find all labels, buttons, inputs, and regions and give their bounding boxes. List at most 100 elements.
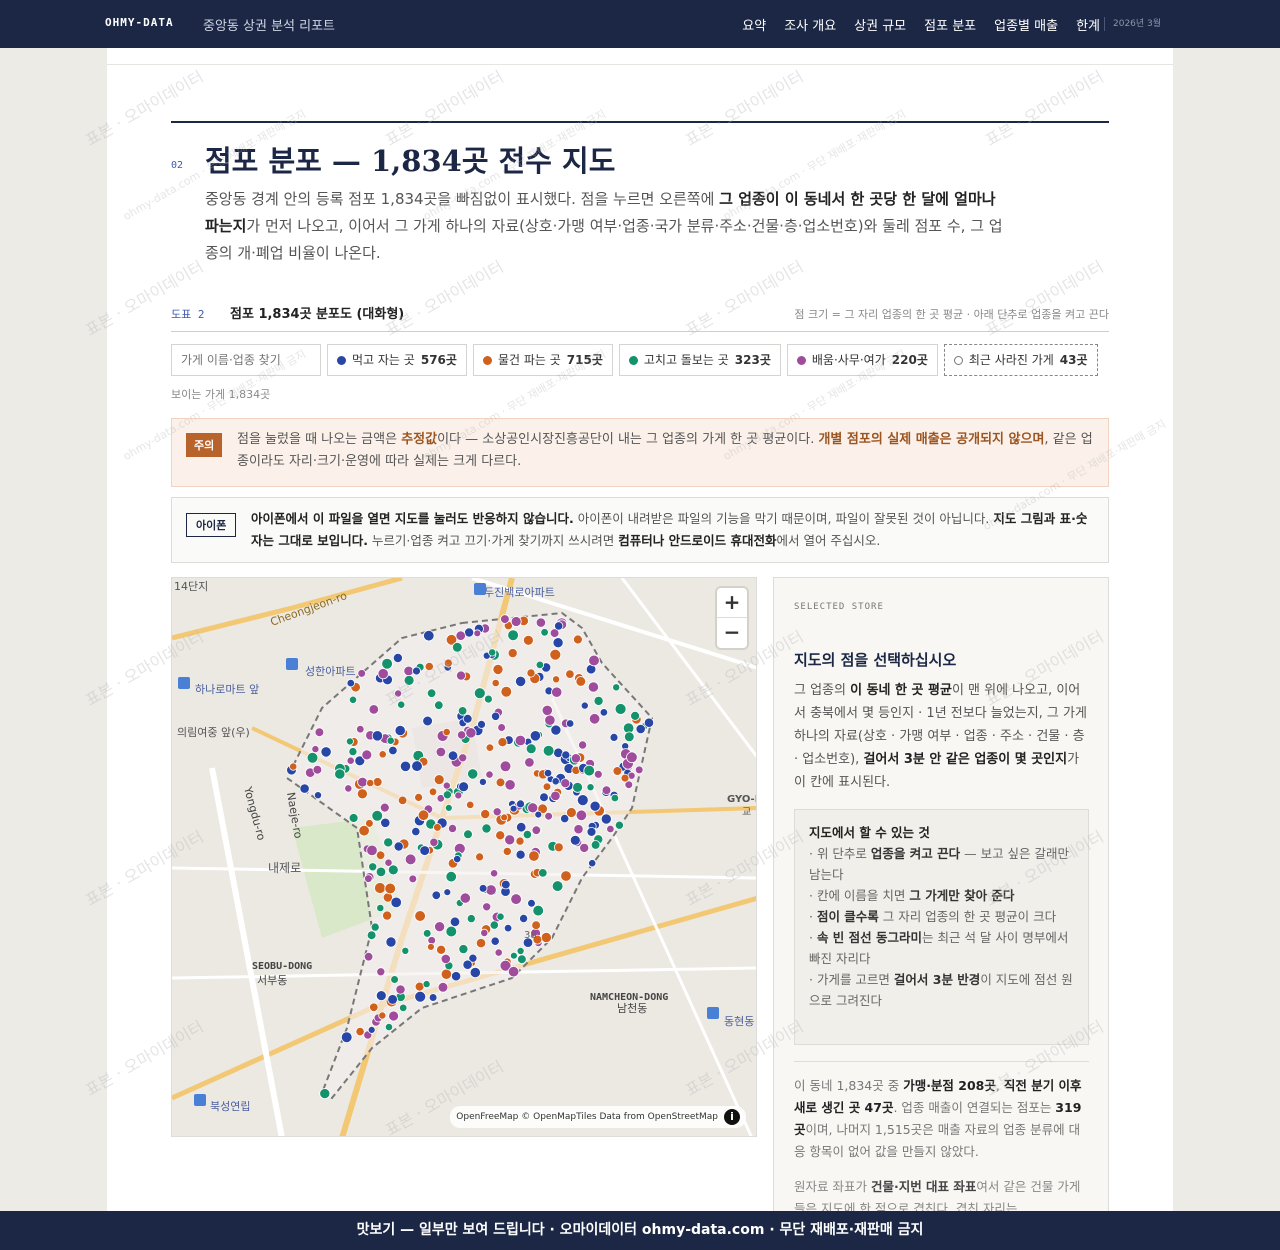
- store-dot[interactable]: [458, 944, 469, 955]
- store-dot[interactable]: [588, 713, 601, 725]
- store-dot[interactable]: [610, 793, 620, 803]
- store-dot[interactable]: [311, 745, 320, 754]
- store-dot[interactable]: [458, 753, 468, 763]
- store-dot[interactable]: [573, 824, 584, 835]
- store-dot[interactable]: [606, 824, 615, 834]
- store-dot[interactable]: [414, 910, 426, 922]
- store-dot[interactable]: [449, 916, 461, 928]
- store-dot[interactable]: [403, 675, 415, 686]
- store-dot[interactable]: [538, 868, 548, 878]
- store-dot[interactable]: [630, 710, 641, 721]
- store-dot[interactable]: [485, 770, 494, 779]
- store-dot[interactable]: [404, 853, 417, 866]
- store-dot[interactable]: [589, 800, 601, 812]
- store-dot[interactable]: [370, 922, 380, 932]
- store-dot[interactable]: [478, 884, 488, 893]
- zoom-out-button[interactable]: −: [717, 618, 747, 648]
- store-dot[interactable]: [483, 694, 493, 704]
- store-dot[interactable]: [386, 736, 395, 745]
- store-dot[interactable]: [494, 948, 503, 957]
- store-dot[interactable]: [412, 666, 421, 676]
- store-dot[interactable]: [361, 749, 373, 761]
- nav-link-distribution[interactable]: 점포 분포: [924, 15, 976, 34]
- store-dot[interactable]: [614, 703, 627, 715]
- store-dot[interactable]: [509, 804, 518, 813]
- store-dot[interactable]: [356, 724, 365, 734]
- store-dot[interactable]: [390, 896, 402, 909]
- store-dot[interactable]: [542, 782, 552, 792]
- store-dot[interactable]: [485, 884, 497, 896]
- filter-education-office-leisure[interactable]: 배움·사무·여가 220곳: [786, 344, 938, 376]
- store-dot[interactable]: [535, 660, 545, 670]
- store-dot[interactable]: [544, 811, 553, 821]
- store-dot[interactable]: [314, 727, 325, 738]
- store-dot[interactable]: [502, 846, 512, 856]
- store-dot[interactable]: [431, 890, 442, 901]
- store-dot[interactable]: [392, 653, 403, 664]
- store-dot[interactable]: [465, 727, 477, 739]
- store-dot[interactable]: [601, 785, 612, 796]
- store-dot[interactable]: [428, 787, 438, 796]
- store-dot[interactable]: [388, 745, 398, 756]
- store-dot[interactable]: [428, 993, 438, 1002]
- store-dot[interactable]: [575, 676, 587, 687]
- store-dot[interactable]: [507, 966, 520, 978]
- store-dot[interactable]: [457, 706, 468, 716]
- store-dot[interactable]: [600, 813, 612, 825]
- store-dot[interactable]: [289, 762, 298, 771]
- store-dot[interactable]: [397, 795, 408, 806]
- store-dot[interactable]: [374, 882, 386, 894]
- store-dot[interactable]: [334, 768, 346, 780]
- store-dot[interactable]: [434, 700, 444, 710]
- store-dot[interactable]: [384, 858, 393, 867]
- store-dot[interactable]: [576, 794, 589, 807]
- store-dot[interactable]: [586, 783, 595, 792]
- store-dot[interactable]: [445, 925, 458, 938]
- store-dot[interactable]: [378, 750, 387, 759]
- store-dot[interactable]: [375, 990, 387, 1002]
- store-dot[interactable]: [609, 732, 619, 742]
- store-dot[interactable]: [599, 708, 609, 717]
- store-dot[interactable]: [384, 1022, 394, 1032]
- store-dot[interactable]: [524, 757, 535, 768]
- store-dot[interactable]: [433, 774, 445, 786]
- store-dot[interactable]: [380, 817, 391, 828]
- store-dot[interactable]: [379, 802, 390, 813]
- store-dot[interactable]: [433, 823, 442, 832]
- attribution-text[interactable]: OpenFreeMap © OpenMapTiles Data from Ope…: [456, 1112, 718, 1122]
- store-dot[interactable]: [497, 723, 506, 732]
- store-dot[interactable]: [549, 648, 562, 661]
- store-dot[interactable]: [443, 658, 453, 668]
- store-dot[interactable]: [583, 764, 596, 777]
- store-dot[interactable]: [378, 1011, 387, 1020]
- store-dot[interactable]: [440, 968, 452, 980]
- store-dot[interactable]: [500, 879, 511, 890]
- store-dot[interactable]: [473, 687, 486, 700]
- store-dot[interactable]: [459, 892, 471, 904]
- store-dot[interactable]: [535, 617, 546, 628]
- store-dot[interactable]: [495, 830, 506, 841]
- store-dot[interactable]: [612, 683, 621, 692]
- store-dot[interactable]: [456, 730, 467, 740]
- store-dot[interactable]: [473, 629, 482, 638]
- filter-retail[interactable]: 물건 파는 곳 715곳: [472, 344, 613, 376]
- store-dot[interactable]: [516, 821, 527, 833]
- store-dot[interactable]: [500, 685, 513, 698]
- store-dot[interactable]: [388, 1010, 400, 1022]
- store-dot[interactable]: [348, 695, 358, 704]
- store-dot[interactable]: [393, 841, 404, 852]
- store-dot[interactable]: [346, 756, 355, 765]
- store-dot[interactable]: [306, 752, 319, 764]
- store-dot[interactable]: [570, 753, 581, 764]
- store-dot[interactable]: [399, 760, 412, 772]
- filter-repair-care[interactable]: 고치고 돌보는 곳 323곳: [618, 344, 781, 376]
- store-dot[interactable]: [586, 826, 597, 837]
- store-dot[interactable]: [358, 824, 370, 837]
- store-dot[interactable]: [366, 930, 377, 941]
- store-dot[interactable]: [527, 802, 539, 814]
- store-dot[interactable]: [551, 880, 564, 892]
- store-dot[interactable]: [375, 866, 387, 878]
- store-dot[interactable]: [377, 668, 389, 680]
- store-dot[interactable]: [397, 700, 406, 709]
- store-dot[interactable]: [436, 944, 447, 955]
